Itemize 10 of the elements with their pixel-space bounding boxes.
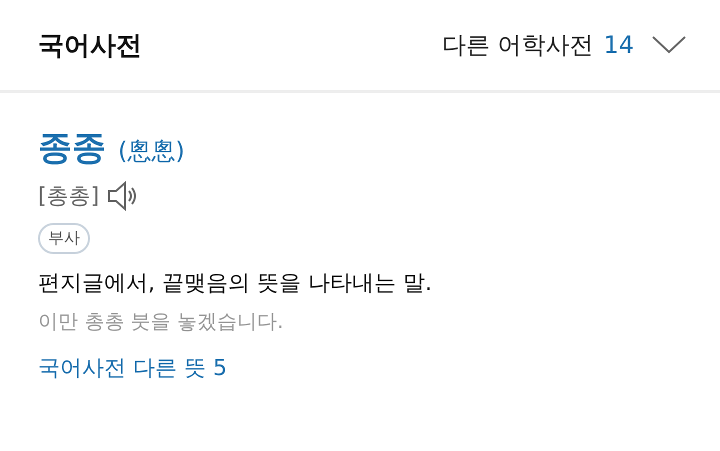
more-meanings-link[interactable]: 국어사전 다른 뜻 5 [38, 353, 227, 383]
chevron-down-icon [652, 36, 686, 54]
pronunciation: [총총] [38, 183, 100, 211]
definition-text: 편지글에서, 끝맺음의 뜻을 나타내는 말. [38, 270, 432, 298]
example-sentence: 이만 총총 붓을 놓겠습니다. [38, 308, 284, 335]
hanja-text: (悤悤) [118, 136, 185, 167]
headword: 종종 [38, 127, 106, 170]
part-of-speech-tag: 부사 [38, 223, 90, 254]
dictionary-title: 국어사전 [38, 30, 142, 62]
other-dictionaries-button[interactable]: 다른 어학사전 14 [442, 29, 686, 61]
